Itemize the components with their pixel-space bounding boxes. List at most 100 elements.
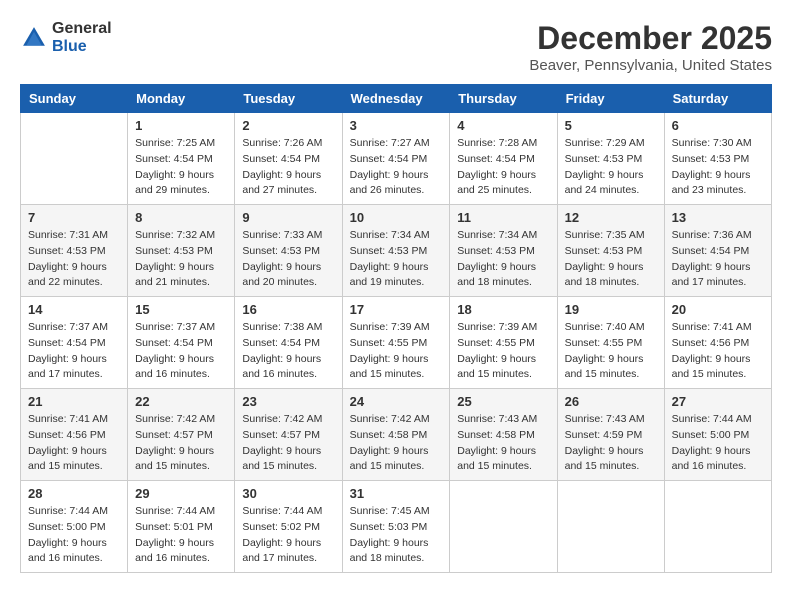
- day-number: 18: [457, 302, 549, 317]
- day-number: 15: [135, 302, 227, 317]
- title-block: December 2025 Beaver, Pennsylvania, Unit…: [529, 20, 772, 74]
- day-number: 14: [28, 302, 120, 317]
- day-number: 19: [565, 302, 657, 317]
- day-info: Sunrise: 7:41 AMSunset: 4:56 PMDaylight:…: [28, 412, 120, 475]
- calendar-cell: 23 Sunrise: 7:42 AMSunset: 4:57 PMDayligh…: [235, 389, 342, 481]
- page-header: General Blue December 2025 Beaver, Penns…: [20, 20, 772, 74]
- calendar-cell: 2 Sunrise: 7:26 AMSunset: 4:54 PMDaylight…: [235, 113, 342, 205]
- day-info: Sunrise: 7:41 AMSunset: 4:56 PMDaylight:…: [672, 320, 764, 383]
- calendar-cell: [557, 481, 664, 573]
- day-info: Sunrise: 7:44 AMSunset: 5:01 PMDaylight:…: [135, 504, 227, 567]
- day-info: Sunrise: 7:37 AMSunset: 4:54 PMDaylight:…: [135, 320, 227, 383]
- calendar-cell: 9 Sunrise: 7:33 AMSunset: 4:53 PMDaylight…: [235, 205, 342, 297]
- logo-general: General: [52, 20, 112, 37]
- weekday-header: Friday: [557, 85, 664, 113]
- calendar-cell: 12 Sunrise: 7:35 AMSunset: 4:53 PMDayligh…: [557, 205, 664, 297]
- weekday-header: Tuesday: [235, 85, 342, 113]
- calendar-cell: 25Sunrise: 7:43 AMSunset: 4:58 PMDayligh…: [450, 389, 557, 481]
- day-number: 12: [565, 210, 657, 225]
- day-number: 24: [350, 394, 443, 409]
- day-number: 3: [350, 118, 443, 133]
- day-info: Sunrise: 7:43 AMSunset: 4:59 PMDaylight:…: [565, 412, 657, 475]
- calendar-cell: 7Sunrise: 7:31 AMSunset: 4:53 PMDaylight…: [21, 205, 128, 297]
- calendar-cell: 27 Sunrise: 7:44 AMSunset: 5:00 PMDayligh…: [664, 389, 771, 481]
- day-info: Sunrise: 7:34 AMSunset: 4:53 PMDaylight:…: [350, 228, 443, 291]
- calendar-cell: [450, 481, 557, 573]
- calendar-week-row: 14 Sunrise: 7:37 AMSunset: 4:54 PMDayligh…: [21, 297, 772, 389]
- day-info: Sunrise: 7:27 AMSunset: 4:54 PMDaylight:…: [350, 136, 443, 199]
- weekday-header: Saturday: [664, 85, 771, 113]
- day-number: 25: [457, 394, 549, 409]
- day-number: 27: [672, 394, 764, 409]
- day-number: 26: [565, 394, 657, 409]
- calendar-cell: 17Sunrise: 7:39 AMSunset: 4:55 PMDayligh…: [342, 297, 450, 389]
- weekday-header: Monday: [128, 85, 235, 113]
- day-info: Sunrise: 7:35 AMSunset: 4:53 PMDaylight:…: [565, 228, 657, 291]
- day-info: Sunrise: 7:44 AMSunset: 5:02 PMDaylight:…: [242, 504, 334, 567]
- day-number: 1: [135, 118, 227, 133]
- calendar-cell: [21, 113, 128, 205]
- calendar-cell: 15 Sunrise: 7:37 AMSunset: 4:54 PMDayligh…: [128, 297, 235, 389]
- day-number: 7: [28, 210, 120, 225]
- day-info: Sunrise: 7:39 AMSunset: 4:55 PMDaylight:…: [350, 320, 443, 383]
- calendar-cell: 16 Sunrise: 7:38 AMSunset: 4:54 PMDayligh…: [235, 297, 342, 389]
- day-number: 9: [242, 210, 334, 225]
- calendar-header-row: SundayMondayTuesdayWednesdayThursdayFrid…: [21, 85, 772, 113]
- day-info: Sunrise: 7:26 AMSunset: 4:54 PMDaylight:…: [242, 136, 334, 199]
- day-number: 8: [135, 210, 227, 225]
- day-number: 10: [350, 210, 443, 225]
- weekday-header: Sunday: [21, 85, 128, 113]
- calendar-cell: 22Sunrise: 7:42 AMSunset: 4:57 PMDayligh…: [128, 389, 235, 481]
- calendar-cell: 3 Sunrise: 7:27 AMSunset: 4:54 PMDaylight…: [342, 113, 450, 205]
- day-info: Sunrise: 7:45 AMSunset: 5:03 PMDaylight:…: [350, 504, 443, 567]
- calendar-cell: 10 Sunrise: 7:34 AMSunset: 4:53 PMDayligh…: [342, 205, 450, 297]
- calendar-week-row: 1 Sunrise: 7:25 AMSunset: 4:54 PMDaylight…: [21, 113, 772, 205]
- calendar-cell: 5Sunrise: 7:29 AMSunset: 4:53 PMDaylight…: [557, 113, 664, 205]
- month-title: December 2025: [529, 20, 772, 57]
- calendar-cell: 6 Sunrise: 7:30 AMSunset: 4:53 PMDaylight…: [664, 113, 771, 205]
- calendar-table: SundayMondayTuesdayWednesdayThursdayFrid…: [20, 84, 772, 573]
- day-number: 16: [242, 302, 334, 317]
- calendar-cell: 31 Sunrise: 7:45 AMSunset: 5:03 PMDayligh…: [342, 481, 450, 573]
- location-title: Beaver, Pennsylvania, United States: [529, 57, 772, 74]
- day-number: 31: [350, 486, 443, 501]
- day-number: 6: [672, 118, 764, 133]
- day-number: 4: [457, 118, 549, 133]
- day-number: 22: [135, 394, 227, 409]
- calendar-cell: [664, 481, 771, 573]
- day-info: Sunrise: 7:38 AMSunset: 4:54 PMDaylight:…: [242, 320, 334, 383]
- day-info: Sunrise: 7:39 AMSunset: 4:55 PMDaylight:…: [457, 320, 549, 383]
- calendar-cell: 24 Sunrise: 7:42 AMSunset: 4:58 PMDayligh…: [342, 389, 450, 481]
- day-number: 21: [28, 394, 120, 409]
- calendar-cell: 18 Sunrise: 7:39 AMSunset: 4:55 PMDayligh…: [450, 297, 557, 389]
- day-info: Sunrise: 7:42 AMSunset: 4:58 PMDaylight:…: [350, 412, 443, 475]
- calendar-cell: 30Sunrise: 7:44 AMSunset: 5:02 PMDayligh…: [235, 481, 342, 573]
- calendar-cell: 1 Sunrise: 7:25 AMSunset: 4:54 PMDaylight…: [128, 113, 235, 205]
- day-info: Sunrise: 7:30 AMSunset: 4:53 PMDaylight:…: [672, 136, 764, 199]
- calendar-cell: 13 Sunrise: 7:36 AMSunset: 4:54 PMDayligh…: [664, 205, 771, 297]
- calendar-cell: 8Sunrise: 7:32 AMSunset: 4:53 PMDaylight…: [128, 205, 235, 297]
- day-info: Sunrise: 7:44 AMSunset: 5:00 PMDaylight:…: [28, 504, 120, 567]
- weekday-header: Wednesday: [342, 85, 450, 113]
- day-info: Sunrise: 7:40 AMSunset: 4:55 PMDaylight:…: [565, 320, 657, 383]
- day-info: Sunrise: 7:44 AMSunset: 5:00 PMDaylight:…: [672, 412, 764, 475]
- day-number: 23: [242, 394, 334, 409]
- calendar-cell: 14 Sunrise: 7:37 AMSunset: 4:54 PMDayligh…: [21, 297, 128, 389]
- calendar-week-row: 7Sunrise: 7:31 AMSunset: 4:53 PMDaylight…: [21, 205, 772, 297]
- day-info: Sunrise: 7:37 AMSunset: 4:54 PMDaylight:…: [28, 320, 120, 383]
- calendar-week-row: 28 Sunrise: 7:44 AMSunset: 5:00 PMDayligh…: [21, 481, 772, 573]
- calendar-week-row: 21 Sunrise: 7:41 AMSunset: 4:56 PMDayligh…: [21, 389, 772, 481]
- day-info: Sunrise: 7:33 AMSunset: 4:53 PMDaylight:…: [242, 228, 334, 291]
- day-info: Sunrise: 7:25 AMSunset: 4:54 PMDaylight:…: [135, 136, 227, 199]
- day-info: Sunrise: 7:28 AMSunset: 4:54 PMDaylight:…: [457, 136, 549, 199]
- day-number: 13: [672, 210, 764, 225]
- calendar-cell: 11Sunrise: 7:34 AMSunset: 4:53 PMDayligh…: [450, 205, 557, 297]
- day-number: 2: [242, 118, 334, 133]
- day-info: Sunrise: 7:42 AMSunset: 4:57 PMDaylight:…: [242, 412, 334, 475]
- day-number: 29: [135, 486, 227, 501]
- calendar-cell: 21 Sunrise: 7:41 AMSunset: 4:56 PMDayligh…: [21, 389, 128, 481]
- calendar-cell: 26 Sunrise: 7:43 AMSunset: 4:59 PMDayligh…: [557, 389, 664, 481]
- day-info: Sunrise: 7:36 AMSunset: 4:54 PMDaylight:…: [672, 228, 764, 291]
- day-number: 28: [28, 486, 120, 501]
- calendar-cell: 4 Sunrise: 7:28 AMSunset: 4:54 PMDaylight…: [450, 113, 557, 205]
